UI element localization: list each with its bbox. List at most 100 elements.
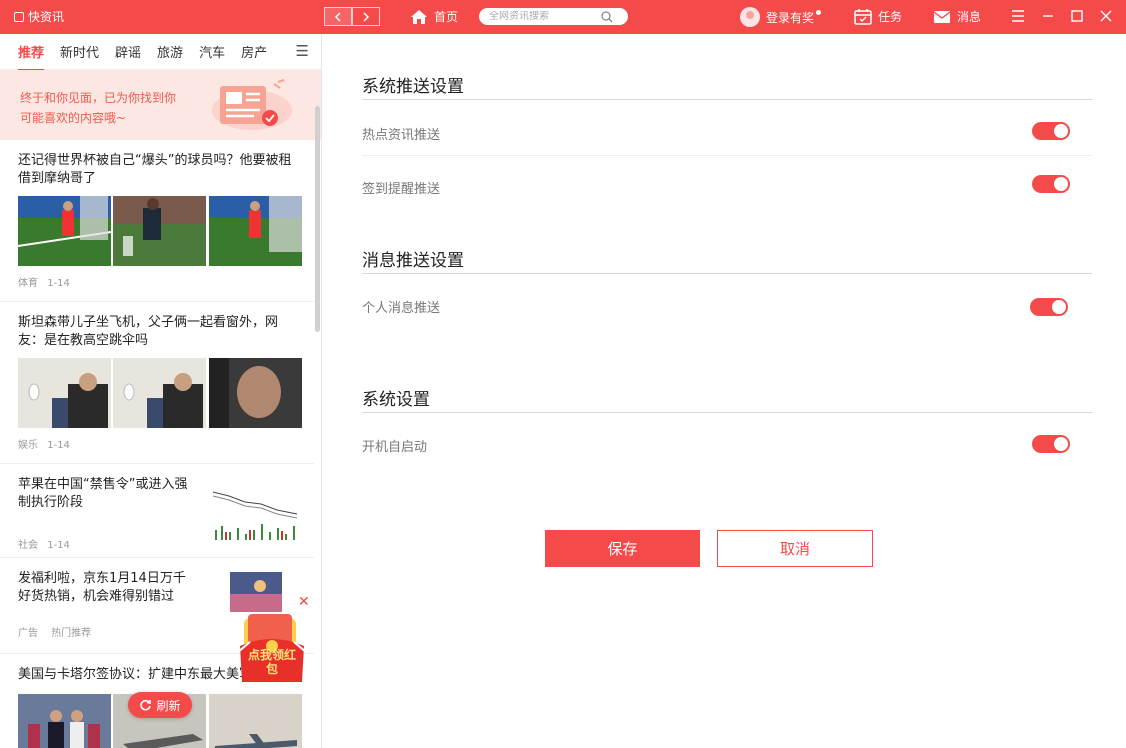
section-title: 系统设置: [362, 390, 430, 410]
news-meta: 体育 1-14: [18, 274, 70, 289]
task-button[interactable]: 任务: [854, 8, 902, 25]
message-button[interactable]: 消息: [933, 8, 981, 25]
close-button[interactable]: [1096, 6, 1116, 26]
home-button[interactable]: 首页: [410, 8, 458, 25]
menu-button[interactable]: [1008, 6, 1028, 26]
list-item[interactable]: 还记得世界杯被自己“爆头”的球员吗？他要被租借到摩纳哥了 体育 1-14: [0, 140, 314, 302]
refresh-label: 刷新: [156, 698, 181, 713]
login-label: 登录有奖: [766, 10, 815, 25]
option-label: 热点资讯推送: [362, 128, 441, 143]
login-button[interactable]: 登录有奖: [740, 7, 822, 27]
cancel-button[interactable]: 取消: [717, 530, 873, 567]
tab-auto[interactable]: 汽车: [199, 42, 225, 61]
calendar-icon: [854, 9, 872, 25]
search-input[interactable]: [489, 11, 601, 22]
avatar: [740, 7, 760, 27]
settings-panel: 系统推送设置 热点资讯推送 签到提醒推送 消息推送设置 个人消息推送 系统设置 …: [322, 34, 1126, 748]
nav-arrows: [324, 7, 380, 26]
news-title: 苹果在中国“禁售令”或进入强制执行阶段: [18, 477, 188, 510]
forward-button[interactable]: [352, 7, 380, 26]
news-thumbnail: [18, 694, 111, 748]
news-thumbnail: [209, 474, 302, 544]
search-box: [479, 8, 628, 25]
option-label: 个人消息推送: [362, 301, 441, 316]
news-meta: 娱乐 1-14: [18, 436, 70, 451]
tab-recommend[interactable]: 推荐: [18, 42, 45, 71]
news-thumbnail: [18, 196, 111, 266]
app-logo-icon: [14, 11, 24, 22]
refresh-button[interactable]: 刷新: [128, 692, 192, 718]
mail-icon: [933, 10, 951, 23]
news-thumbnail: [18, 358, 111, 428]
tab-realestate[interactable]: 房产: [241, 42, 267, 61]
banner-text: 终于和你见面，已为你找到你可能喜欢的内容哦~: [20, 91, 177, 125]
toggle-checkin-reminder-push[interactable]: [1032, 175, 1070, 193]
news-title: 斯坦森带儿子坐飞机，父子俩一起看窗外，网友：是在教高空跳伞吗: [18, 315, 279, 348]
news-category: 社会: [18, 540, 38, 551]
notification-dot: [816, 9, 822, 15]
news-thumbnail: [209, 196, 302, 266]
home-icon: [411, 9, 427, 24]
maximize-icon: [1071, 10, 1083, 22]
category-tabs: 推荐 新时代 辟谣 旅游 汽车 房产 ☰: [0, 34, 321, 71]
section-title: 消息推送设置: [362, 251, 464, 271]
toggle-personal-message-push[interactable]: [1030, 298, 1068, 316]
news-title: 发福利啦，京东1月14日万千好货热销，机会难得别错过: [18, 571, 186, 604]
divider: [362, 99, 1092, 100]
refresh-icon: [140, 699, 152, 710]
list-item[interactable]: 斯坦森带儿子坐飞机，父子俩一起看窗外，网友：是在教高空跳伞吗 娱乐 1-14: [0, 302, 314, 464]
toggle-hot-news-push[interactable]: [1032, 122, 1070, 140]
option-label: 签到提醒推送: [362, 182, 441, 197]
news-meta: 广告 热门推荐: [18, 624, 91, 639]
close-icon: [1100, 10, 1112, 22]
news-date: 1-14: [47, 540, 70, 551]
tab-travel[interactable]: 旅游: [157, 42, 183, 61]
title-bar: 快资讯 首页 登录有奖 任务 消息: [0, 0, 1126, 34]
red-packet-text: 点我领红包: [247, 648, 296, 676]
news-thumbnail: [209, 694, 302, 748]
news-meta: 社会 1-14: [18, 536, 70, 551]
minimize-button[interactable]: [1038, 6, 1058, 26]
option-label: 开机自启动: [362, 440, 428, 455]
close-ad-icon[interactable]: ✕: [298, 594, 310, 610]
save-button[interactable]: 保存: [545, 530, 700, 567]
news-title: 美国与卡塔尔签协议：扩建中东最大美军: [18, 667, 250, 682]
toggle-auto-start[interactable]: [1032, 435, 1070, 453]
news-thumbnail: [113, 196, 206, 266]
news-thumbnail: [113, 358, 206, 428]
divider: [362, 273, 1092, 274]
home-label: 首页: [434, 10, 459, 24]
news-category: 广告: [18, 628, 38, 639]
news-tag: 热门推荐: [51, 628, 92, 639]
minimize-icon: [1043, 15, 1053, 17]
news-category: 体育: [18, 278, 38, 289]
welcome-banner: 终于和你见面，已为你找到你可能喜欢的内容哦~: [0, 70, 321, 140]
task-label: 任务: [878, 10, 903, 24]
section-title: 系统推送设置: [362, 77, 464, 97]
maximize-button[interactable]: [1067, 6, 1087, 26]
divider: [362, 412, 1092, 413]
news-date: 1-14: [47, 278, 70, 289]
menu-icon: [1012, 10, 1024, 22]
more-tabs-icon[interactable]: ☰: [296, 42, 309, 60]
news-category: 娱乐: [18, 440, 38, 451]
back-button[interactable]: [324, 7, 352, 26]
news-sidebar: 推荐 新时代 辟谣 旅游 汽车 房产 ☰ 终于和你见面，已为你找到你可能喜欢的内…: [0, 34, 322, 748]
tab-new-era[interactable]: 新时代: [60, 42, 99, 61]
document-illustration-icon: [212, 79, 292, 130]
divider: [362, 155, 1092, 156]
news-thumbnail: [209, 358, 302, 428]
list-item[interactable]: 苹果在中国“禁售令”或进入强制执行阶段 社会 1-14: [0, 464, 314, 558]
chevron-left-icon: [334, 11, 341, 22]
news-title: 还记得世界杯被自己“爆头”的球员吗？他要被租借到摩纳哥了: [18, 153, 292, 186]
app-name: 快资讯: [28, 10, 65, 24]
red-packet-button[interactable]: 点我领红包: [236, 612, 308, 688]
news-thumbnail: [230, 572, 282, 612]
message-label: 消息: [957, 10, 982, 24]
news-date: 1-14: [47, 440, 70, 451]
scrollbar[interactable]: [315, 106, 320, 332]
search-icon[interactable]: [601, 10, 613, 23]
tab-rumor[interactable]: 辟谣: [115, 42, 141, 61]
app-logo: 快资讯: [14, 8, 64, 25]
chevron-right-icon: [363, 11, 370, 22]
